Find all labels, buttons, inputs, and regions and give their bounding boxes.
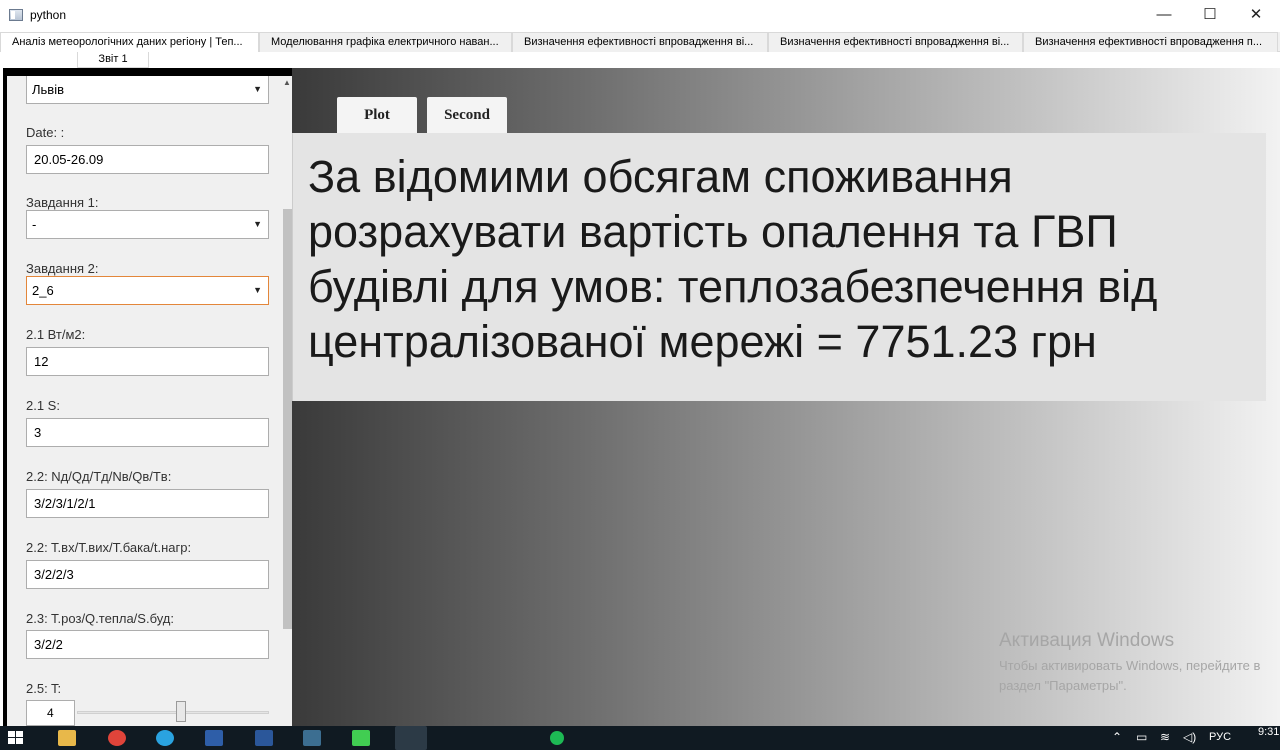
tab-efficiency-2[interactable]: Визначення ефективності впровадження ві.… (768, 32, 1023, 52)
p23-label: 2.3: T.роз/Q.тепла/S.буд: (26, 611, 174, 626)
database-icon[interactable] (303, 730, 321, 746)
p22b-input[interactable]: 3/2/2/3 (26, 560, 269, 589)
task1-select[interactable]: - ▼ (26, 210, 269, 239)
tab-efficiency-1[interactable]: Визначення ефективності впровадження ві.… (512, 32, 768, 52)
file-explorer-icon[interactable] (58, 730, 76, 746)
task2-select[interactable]: 2_6 ▼ (26, 276, 269, 305)
task1-value: - (32, 217, 37, 232)
plot-area: Plot Second За відомими обсягам споживан… (292, 68, 1280, 726)
city-select[interactable]: Львів ▼ (26, 76, 269, 104)
t25-label: 2.5: T: (26, 681, 62, 696)
p22a-label: 2.2: Nд/Qд/Tд/Nв/Qв/Tв: (26, 469, 172, 484)
chevron-down-icon: ▼ (253, 219, 262, 229)
t25-slider-handle[interactable] (176, 701, 186, 722)
language-indicator[interactable]: РУС (1209, 731, 1231, 743)
sub-tab-bar: Звіт 1 (0, 52, 1280, 68)
task1-label: Завдання 1: (26, 195, 99, 210)
date-label: Date: : (26, 125, 65, 140)
t25-slider-track[interactable] (77, 711, 269, 714)
title-bar: python — ☐ ✕ (0, 0, 1280, 32)
date-input[interactable]: 20.05-26.09 (26, 145, 269, 174)
watermark-line-1: Чтобы активировать Windows, перейдите в (999, 658, 1261, 673)
tab-electric-load[interactable]: Моделювання графіка електричного наван..… (259, 32, 512, 52)
p21-label: 2.1 Вт/м2: (26, 327, 86, 342)
windows-start-icon[interactable] (8, 730, 24, 746)
scrollbar-thumb[interactable] (283, 209, 292, 629)
task2-label: Завдання 2: (26, 261, 99, 276)
tray-chevron-up-icon[interactable]: ⌃ (1112, 730, 1122, 744)
tab-report-1[interactable]: Звіт 1 (77, 52, 149, 68)
city-value: Львів (32, 82, 65, 97)
s21-input[interactable]: 3 (26, 418, 269, 447)
result-text: За відомими обсягам споживання розрахува… (308, 151, 1158, 367)
content-area: Львів ▼ Date: : 20.05-26.09 Завдання 1: … (3, 68, 1280, 726)
python-app-icon[interactable] (395, 726, 427, 750)
t25-input[interactable]: 4 (26, 700, 75, 726)
chevron-down-icon: ▼ (253, 84, 262, 94)
maximize-button[interactable]: ☐ (1187, 0, 1233, 30)
app-icon (9, 9, 23, 21)
parameters-sidebar: Львів ▼ Date: : 20.05-26.09 Завдання 1: … (7, 76, 296, 726)
windows-taskbar: ⌃ ▭ ≋ ◁) РУС 9:31 (0, 726, 1280, 750)
close-button[interactable]: ✕ (1233, 0, 1279, 30)
powershell-icon[interactable] (205, 730, 223, 746)
p22a-input[interactable]: 3/2/3/1/2/1 (26, 489, 269, 518)
activation-watermark-title: Активация Windows (999, 630, 1175, 651)
p22b-label: 2.2: T.вх/T.вих/T.бака/t.нагр: (26, 540, 192, 555)
wifi-icon[interactable]: ≋ (1160, 730, 1170, 744)
p21-input[interactable]: 12 (26, 347, 269, 376)
battery-icon[interactable]: ▭ (1136, 730, 1147, 744)
volume-icon[interactable]: ◁) (1183, 730, 1196, 744)
watermark-line-2: раздел "Параметры". (999, 678, 1127, 693)
qt-creator-icon[interactable] (352, 730, 370, 746)
clock[interactable]: 9:31 (1258, 726, 1279, 738)
chrome-icon[interactable] (108, 730, 126, 746)
tab-second[interactable]: Second (427, 97, 507, 133)
activation-watermark-text: Чтобы активировать Windows, перейдите в … (999, 656, 1260, 696)
app-window: python — ☐ ✕ Аналіз метеорологічних дани… (0, 0, 1280, 726)
word-icon[interactable] (255, 730, 273, 746)
chevron-down-icon: ▼ (253, 285, 262, 295)
p23-input[interactable]: 3/2/2 (26, 630, 269, 659)
spotify-icon[interactable] (550, 731, 564, 745)
telegram-icon[interactable] (156, 730, 174, 746)
minimize-button[interactable]: — (1141, 0, 1187, 30)
scroll-up-icon[interactable]: ▲ (283, 78, 291, 87)
tab-plot[interactable]: Plot (337, 97, 417, 133)
task2-value: 2_6 (32, 283, 54, 298)
tab-efficiency-3[interactable]: Визначення ефективності впровадження п..… (1023, 32, 1278, 52)
s21-label: 2.1 S: (26, 398, 60, 413)
main-tab-bar: Аналіз метеорологічних даних регіону | Т… (0, 32, 1280, 53)
tab-meteo-analysis[interactable]: Аналіз метеорологічних даних регіону | Т… (0, 32, 259, 53)
result-panel: За відомими обсягам споживання розрахува… (292, 133, 1266, 401)
window-title: python (30, 8, 67, 22)
